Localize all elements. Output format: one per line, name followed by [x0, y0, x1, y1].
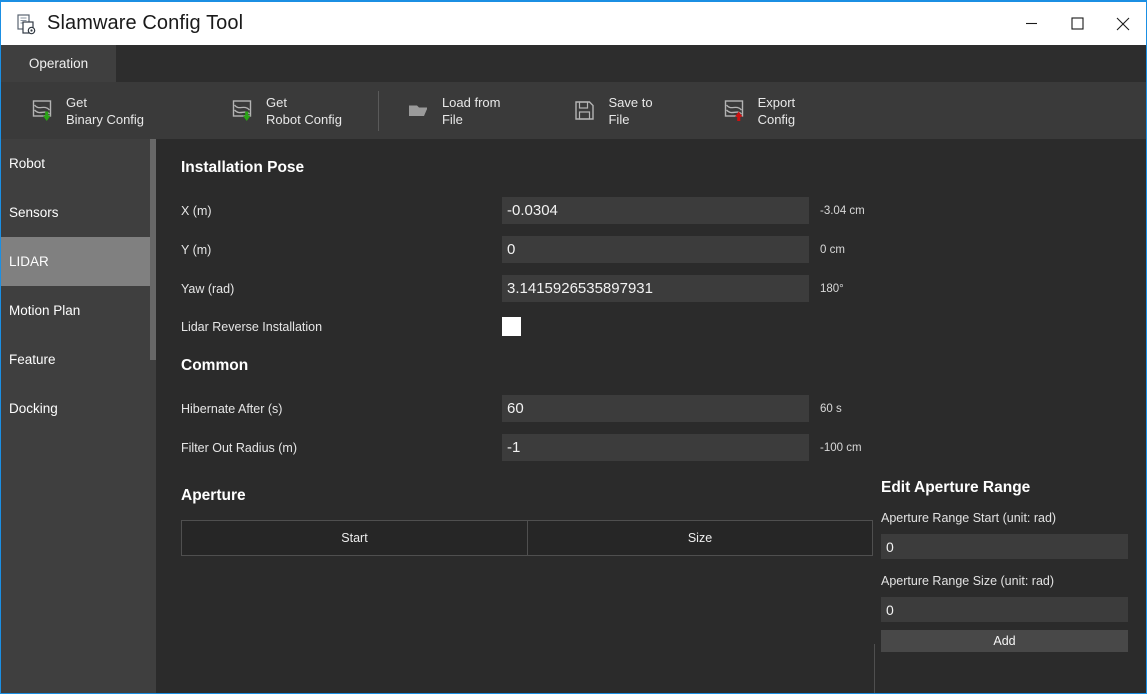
filter-out-radius-input[interactable]: [502, 434, 809, 461]
edit-aperture-range-panel: Edit Aperture Range Aperture Range Start…: [881, 479, 1146, 652]
field-hint-y: 0 cm: [820, 243, 845, 256]
aperture-range-start-input[interactable]: [881, 534, 1128, 559]
minimize-button[interactable]: [1008, 2, 1054, 45]
field-row-x: X (m) -3.04 cm: [162, 197, 1146, 224]
aperture-column-label: Start: [341, 531, 368, 545]
lidar-reverse-installation-checkbox[interactable]: [502, 317, 521, 336]
sidebar-item-robot[interactable]: Robot: [1, 139, 156, 188]
field-row-filter-out-radius: Filter Out Radius (m) -100 cm: [162, 434, 1146, 461]
load-from-file-button[interactable]: Load from File: [393, 82, 515, 139]
sidebar-item-label: Sensors: [9, 205, 59, 220]
export-config-label: Export Config: [757, 94, 796, 127]
main-content: Installation Pose X (m) -3.04 cm Y (m) 0…: [162, 139, 1146, 693]
maximize-icon: [1070, 17, 1084, 30]
export-config-icon: [723, 98, 749, 124]
field-hint-filter-out-radius: -100 cm: [820, 441, 862, 454]
title-bar: Slamware Config Tool: [1, 2, 1146, 45]
sidebar-item-label: Docking: [9, 401, 58, 416]
window-title: Slamware Config Tool: [47, 12, 244, 34]
window-controls: [1008, 2, 1146, 45]
aperture-range-size-input[interactable]: [881, 597, 1128, 622]
get-robot-config-button[interactable]: Get Robot Config: [217, 82, 356, 139]
field-hint-yaw: 180°: [820, 282, 844, 295]
floppy-save-icon: [573, 98, 599, 124]
sidebar-item-label: Feature: [9, 352, 56, 367]
sidebar-item-label: Motion Plan: [9, 303, 81, 318]
save-to-file-button[interactable]: Save to File: [559, 82, 666, 139]
field-label-lidar-reverse: Lidar Reverse Installation: [181, 319, 323, 334]
toolbar: Get Binary Config Get Robot Config Load …: [1, 82, 1146, 139]
save-to-file-label: Save to File: [608, 94, 653, 127]
get-binary-config-label: Get Binary Config: [66, 94, 145, 127]
tab-operation-label: Operation: [28, 56, 89, 71]
get-binary-config-button[interactable]: Get Binary Config: [17, 82, 158, 139]
aperture-column-label: Size: [687, 531, 713, 545]
sidebar-item-lidar[interactable]: LIDAR: [1, 237, 156, 286]
field-label-y: Y (m): [181, 242, 212, 257]
sidebar-item-feature[interactable]: Feature: [1, 335, 156, 384]
load-from-file-label: Load from File: [441, 94, 501, 127]
add-aperture-range-button[interactable]: Add: [881, 630, 1128, 652]
tab-strip: Operation: [1, 45, 1146, 82]
yaw-input[interactable]: [502, 275, 809, 302]
tab-operation[interactable]: Operation: [1, 45, 116, 82]
field-hint-hibernate-after: 60 s: [820, 402, 842, 415]
sidebar-item-docking[interactable]: Docking: [1, 384, 156, 433]
sidebar: Robot Sensors LIDAR Motion Plan Feature …: [1, 139, 156, 693]
edit-aperture-range-heading: Edit Aperture Range: [881, 479, 1031, 496]
aperture-heading: Aperture: [181, 487, 246, 504]
y-input[interactable]: [502, 236, 809, 263]
app-icon: [15, 13, 37, 35]
field-row-lidar-reverse: Lidar Reverse Installation: [162, 313, 1146, 340]
field-label-x: X (m): [181, 203, 212, 218]
aperture-table: Start Size: [181, 520, 873, 556]
close-icon: [1116, 17, 1130, 30]
aperture-column-header-start[interactable]: Start: [182, 521, 527, 555]
field-row-yaw: Yaw (rad) 180°: [162, 275, 1146, 302]
import-config-icon: [31, 98, 57, 124]
sidebar-item-label: Robot: [9, 156, 46, 171]
minimize-icon: [1025, 22, 1037, 25]
panel-divider: [874, 644, 875, 693]
folder-open-icon: [407, 98, 433, 124]
field-label-filter-out-radius: Filter Out Radius (m): [181, 440, 297, 455]
sidebar-item-sensors[interactable]: Sensors: [1, 188, 156, 237]
sidebar-item-label: LIDAR: [9, 254, 49, 269]
sidebar-item-motion-plan[interactable]: Motion Plan: [1, 286, 156, 335]
aperture-column-header-size[interactable]: Size: [527, 521, 872, 555]
maximize-button[interactable]: [1054, 2, 1100, 45]
field-hint-x: -3.04 cm: [820, 204, 865, 217]
field-row-hibernate: Hibernate After (s) 60 s: [162, 395, 1146, 422]
field-label-hibernate-after: Hibernate After (s): [181, 401, 283, 416]
export-config-button[interactable]: Export Config: [709, 82, 810, 139]
field-label-yaw: Yaw (rad): [181, 281, 235, 296]
body: Robot Sensors LIDAR Motion Plan Feature …: [1, 139, 1146, 693]
import-config-icon: [231, 98, 257, 124]
hibernate-after-input[interactable]: [502, 395, 809, 422]
close-button[interactable]: [1100, 2, 1146, 45]
toolbar-separator: [377, 90, 379, 131]
aperture-range-size-label: Aperture Range Size (unit: rad): [881, 574, 1055, 588]
field-row-y: Y (m) 0 cm: [162, 236, 1146, 263]
app-window: Slamware Config Tool Operation Get Binar…: [0, 0, 1147, 694]
get-robot-config-label: Get Robot Config: [266, 94, 342, 127]
common-heading: Common: [181, 357, 249, 374]
x-input[interactable]: [502, 197, 809, 224]
installation-pose-heading: Installation Pose: [181, 159, 305, 176]
aperture-range-start-label: Aperture Range Start (unit: rad): [881, 511, 1057, 525]
